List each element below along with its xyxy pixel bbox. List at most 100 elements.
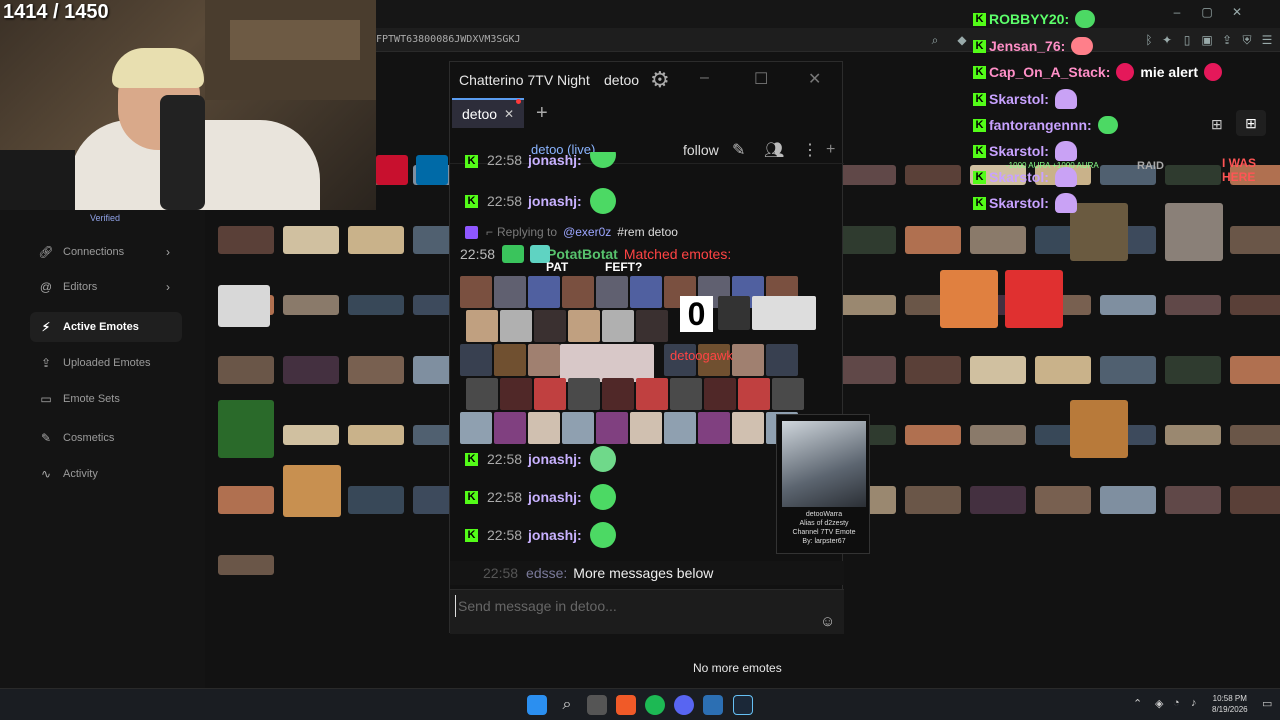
arrow-emote[interactable]	[718, 296, 750, 330]
emote-thumbnail[interactable]	[1070, 400, 1128, 458]
menu-icon[interactable]: ☰	[1260, 33, 1274, 47]
emote-thumbnail[interactable]	[348, 295, 404, 315]
blurred-emote[interactable]	[560, 344, 654, 382]
emote-thumbnail[interactable]	[348, 486, 404, 514]
matched-emote[interactable]	[766, 344, 798, 376]
emote-thumbnail[interactable]	[905, 425, 961, 445]
emote-thumbnail[interactable]	[840, 226, 896, 254]
frog-emote-icon[interactable]	[589, 484, 616, 510]
matched-emote[interactable]	[562, 276, 594, 308]
emoji-icon[interactable]: ☺	[820, 613, 835, 630]
chatterino-icon[interactable]	[703, 695, 723, 715]
matched-emote[interactable]	[732, 344, 764, 376]
emote-thumbnail[interactable]	[1165, 203, 1223, 261]
sidebar-item-emote-sets[interactable]: ▭ Emote Sets	[30, 384, 182, 414]
matched-emote[interactable]	[568, 378, 600, 410]
steam-icon[interactable]	[733, 695, 753, 715]
matched-emote[interactable]	[596, 412, 628, 444]
close-icon[interactable]: ✕	[808, 69, 821, 89]
matched-emote[interactable]	[500, 310, 532, 342]
matched-emote[interactable]	[738, 378, 770, 410]
sidebar-item-connections[interactable]: 🔗︎ Connections ›	[30, 237, 182, 267]
emote-thumbnail[interactable]	[283, 226, 339, 254]
emote-thumbnail[interactable]	[218, 400, 274, 458]
matched-emote[interactable]	[494, 344, 526, 376]
emote-thumbnail[interactable]	[1035, 486, 1091, 514]
wifi-icon[interactable]: ◔	[1173, 697, 1180, 709]
emote-thumbnail[interactable]	[970, 226, 1026, 254]
matched-emote[interactable]	[460, 344, 492, 376]
spotify-icon[interactable]	[645, 695, 665, 715]
matched-emote[interactable]	[528, 344, 560, 376]
task-view-icon[interactable]	[587, 695, 607, 715]
grid-view-large-icon[interactable]: ⊞	[1236, 110, 1266, 136]
frog-emote-icon[interactable]	[589, 446, 616, 472]
emote-thumbnail[interactable]	[970, 356, 1026, 384]
emote-thumbnail[interactable]	[283, 295, 339, 315]
emote-thumbnail[interactable]	[1100, 486, 1156, 514]
emote-thumbnail[interactable]	[1100, 295, 1156, 315]
emote-thumbnail[interactable]	[218, 555, 274, 575]
emote-thumbnail[interactable]	[1165, 356, 1221, 384]
discord-icon[interactable]	[674, 695, 694, 715]
emote-thumbnail[interactable]	[218, 356, 274, 384]
matched-emote[interactable]	[494, 412, 526, 444]
tray-chevron-icon[interactable]: ⌃	[1133, 697, 1142, 710]
sidebar-item-activity[interactable]: ∿ Activity	[30, 459, 182, 489]
emote-thumbnail[interactable]	[1165, 295, 1221, 315]
emote-thumbnail[interactable]	[905, 486, 961, 514]
emote-thumbnail[interactable]	[940, 270, 998, 328]
emote-thumbnail[interactable]	[905, 226, 961, 254]
message-input[interactable]	[455, 595, 815, 617]
matched-emote[interactable]	[630, 412, 662, 444]
brave-shield-icon[interactable]: ◆	[955, 33, 969, 47]
matched-emote[interactable]	[528, 276, 560, 308]
zoom-icon[interactable]: ⌕	[928, 33, 942, 47]
matched-emote[interactable]	[704, 378, 736, 410]
frog-emote-icon[interactable]	[589, 152, 616, 168]
emote-thumbnail[interactable]	[283, 465, 341, 517]
matched-emote[interactable]	[602, 310, 634, 342]
matched-emote[interactable]	[602, 378, 634, 410]
emote-thumbnail[interactable]	[218, 226, 274, 254]
matched-emote[interactable]	[568, 310, 600, 342]
matched-emote[interactable]	[636, 378, 668, 410]
matched-emote[interactable]	[460, 412, 492, 444]
follow-button[interactable]: follow	[683, 142, 719, 158]
more-options-icon[interactable]: ⋮	[802, 140, 818, 160]
emote-thumbnail[interactable]	[970, 425, 1026, 445]
matched-emote[interactable]	[636, 310, 668, 342]
matched-emote[interactable]	[460, 276, 492, 308]
emote-thumbnail[interactable]	[1230, 295, 1280, 315]
viewers-icon[interactable]: 👥︎	[764, 140, 784, 160]
emote-thumbnail[interactable]	[1005, 270, 1063, 328]
account-name[interactable]: detoo	[604, 72, 639, 88]
matched-emote[interactable]	[664, 412, 696, 444]
zero-emote[interactable]: 0	[680, 296, 713, 332]
tab-detoo[interactable]: detoo ✕	[452, 98, 524, 128]
vpn-icon[interactable]: ⛨	[1240, 33, 1254, 47]
close-tab-icon[interactable]: ✕	[504, 107, 514, 121]
restore-icon[interactable]: ▢	[1200, 5, 1214, 19]
emote-thumbnail[interactable]	[970, 486, 1026, 514]
emote-thumbnail[interactable]	[1165, 486, 1221, 514]
emote-thumbnail[interactable]	[1070, 203, 1128, 261]
matched-emote[interactable]	[500, 378, 532, 410]
moderation-icon[interactable]: ✎	[732, 140, 745, 160]
emote-thumbnail[interactable]	[840, 295, 896, 315]
emote-thumbnail[interactable]	[348, 425, 404, 445]
emote-thumbnail[interactable]	[1035, 356, 1091, 384]
emote-thumbnail[interactable]	[1230, 356, 1280, 384]
clock[interactable]: 10:58 PM 8/19/2026	[1212, 693, 1248, 715]
minimize-icon[interactable]: –	[1170, 5, 1184, 19]
matched-emote[interactable]	[494, 276, 526, 308]
matched-emote[interactable]	[670, 378, 702, 410]
emote-thumbnail[interactable]	[1165, 425, 1221, 445]
emote-thumbnail[interactable]	[283, 425, 339, 445]
extensions-icon[interactable]: ✦	[1160, 33, 1174, 47]
emote-thumbnail[interactable]	[1100, 356, 1156, 384]
emote-thumbnail[interactable]	[283, 356, 339, 384]
emote-thumbnail[interactable]	[905, 165, 961, 185]
brave-icon[interactable]	[616, 695, 636, 715]
emote-thumbnail[interactable]	[348, 356, 404, 384]
